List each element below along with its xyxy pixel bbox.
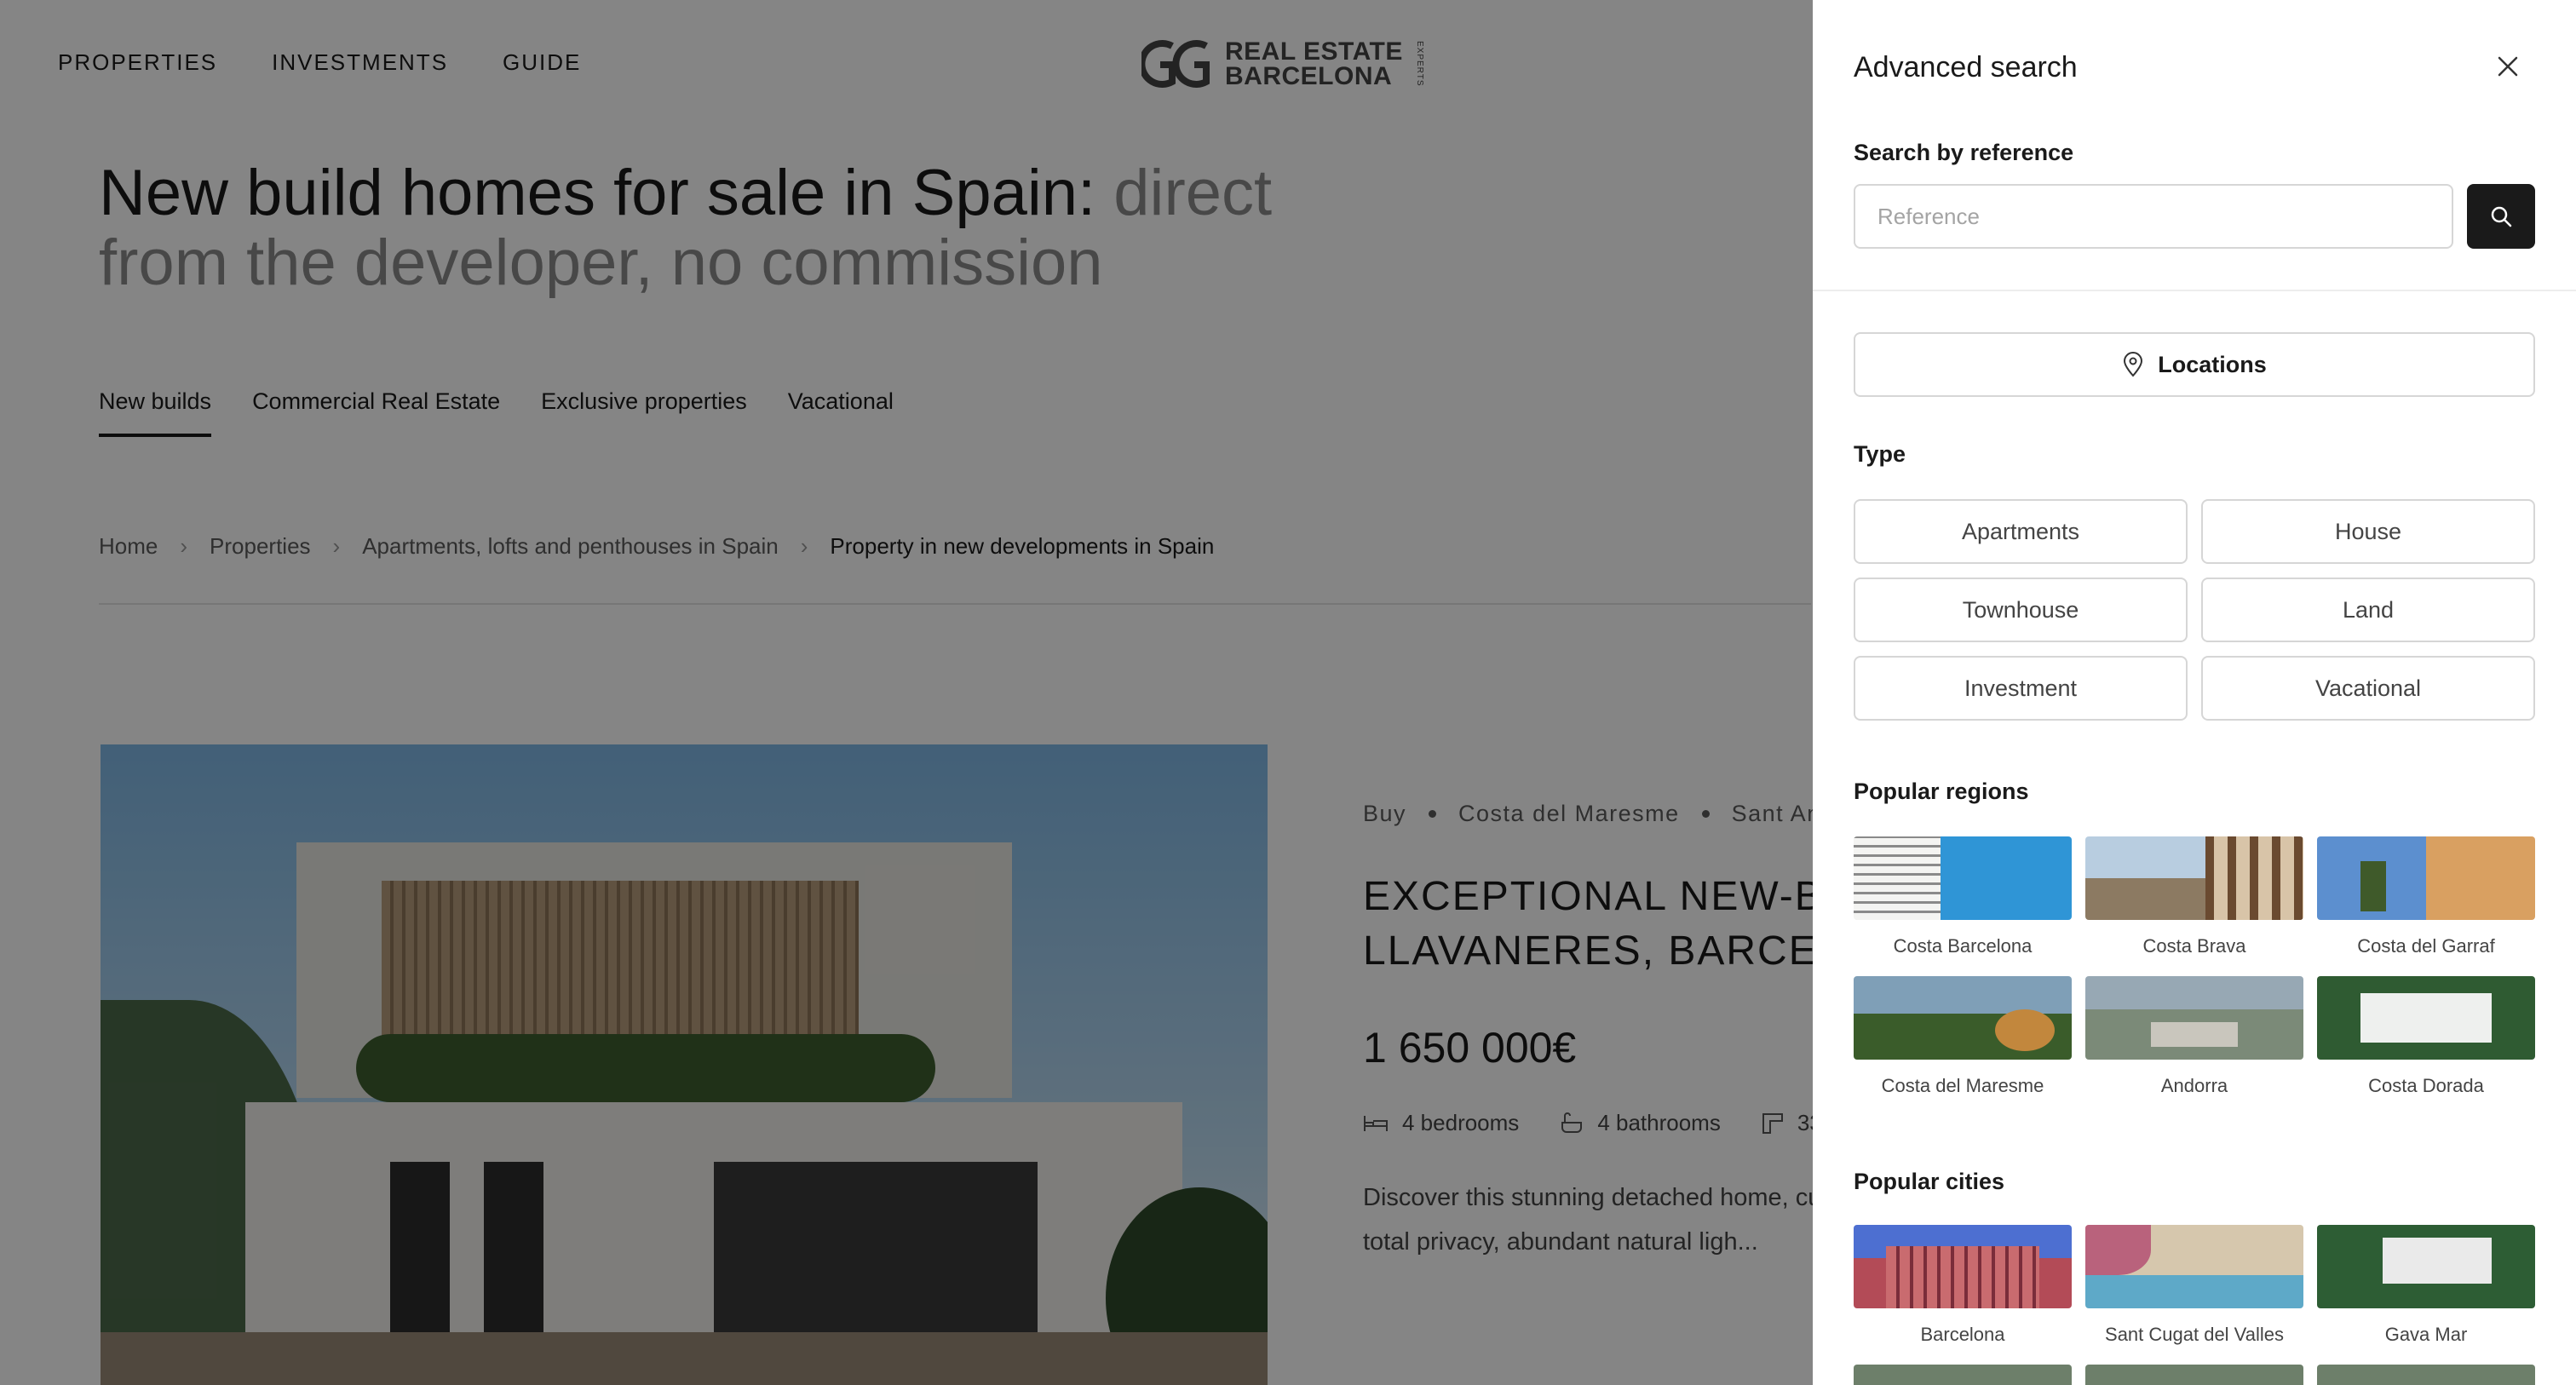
popular-regions-label: Popular regions [1854,779,2029,804]
region-tile-andorra[interactable]: Andorra [2085,976,2303,1097]
popular-regions-grid: Costa Barcelona Costa Brava Costa del Ga… [1854,836,2535,1097]
city-tile-barcelona[interactable]: Barcelona [1854,1225,2072,1346]
search-icon [2491,206,2512,227]
city-image [2317,1225,2535,1308]
type-land-button[interactable]: Land [2201,578,2535,642]
reference-label: Search by reference [1854,140,2074,165]
city-name: Sant Cugat del Valles [2105,1324,2284,1345]
type-vacational-button[interactable]: Vacational [2201,656,2535,721]
region-tile-costa-del-garraf[interactable]: Costa del Garraf [2317,836,2535,957]
region-image [2317,976,2535,1060]
locations-button[interactable]: Locations [1854,332,2535,397]
region-tile-costa-barcelona[interactable]: Costa Barcelona [1854,836,2072,957]
city-image [2085,1365,2303,1385]
city-tile-gava-mar[interactable]: Gava Mar [2317,1225,2535,1346]
type-house-button[interactable]: House [2201,499,2535,564]
reference-input[interactable] [1854,184,2453,249]
region-name: Costa Dorada [2368,1075,2484,1096]
city-tile-sant-cugat-del-valles[interactable]: Sant Cugat del Valles [2085,1225,2303,1346]
region-name: Costa Brava [2142,935,2246,957]
region-image [2085,836,2303,920]
city-name: Gava Mar [2384,1324,2468,1345]
region-image [2317,836,2535,920]
search-button[interactable] [2467,184,2535,249]
type-label: Type [1854,441,1906,467]
type-townhouse-button[interactable]: Townhouse [1854,578,2188,642]
city-image [1854,1225,2072,1308]
location-pin-icon [2124,352,2143,377]
popular-cities-grid: Barcelona Sant Cugat del Valles Gava Mar [1854,1225,2535,1385]
region-name: Andorra [2160,1075,2228,1096]
region-name: Costa del Maresme [1881,1075,2044,1096]
city-name: Barcelona [1920,1324,2005,1345]
city-image [2085,1225,2303,1308]
region-tile-costa-brava[interactable]: Costa Brava [2085,836,2303,957]
city-tile-partial[interactable] [2085,1365,2303,1385]
region-image [1854,976,2072,1060]
close-icon [2498,56,2518,77]
type-apartments-button[interactable]: Apartments [1854,499,2188,564]
popular-cities-label: Popular cities [1854,1169,2005,1194]
region-tile-costa-dorada[interactable]: Costa Dorada [2317,976,2535,1097]
region-name: Costa Barcelona [1893,935,2033,957]
city-image [2317,1365,2535,1385]
advanced-search-drawer: Advanced search Search by reference Loca… [1813,0,2576,1385]
region-image [1854,836,2072,920]
section-divider [1813,290,2576,291]
type-options: Apartments House Townhouse Land Investme… [1854,499,2535,721]
locations-label: Locations [2158,351,2267,377]
city-image [1854,1365,2072,1385]
region-name: Costa del Garraf [2357,935,2495,957]
region-image [2085,976,2303,1060]
region-tile-costa-del-maresme[interactable]: Costa del Maresme [1854,976,2072,1097]
close-button[interactable] [2491,49,2525,83]
drawer-title: Advanced search [1854,51,2078,83]
city-tile-partial[interactable] [2317,1365,2535,1385]
type-investment-button[interactable]: Investment [1854,656,2188,721]
city-tile-partial[interactable] [1854,1365,2072,1385]
